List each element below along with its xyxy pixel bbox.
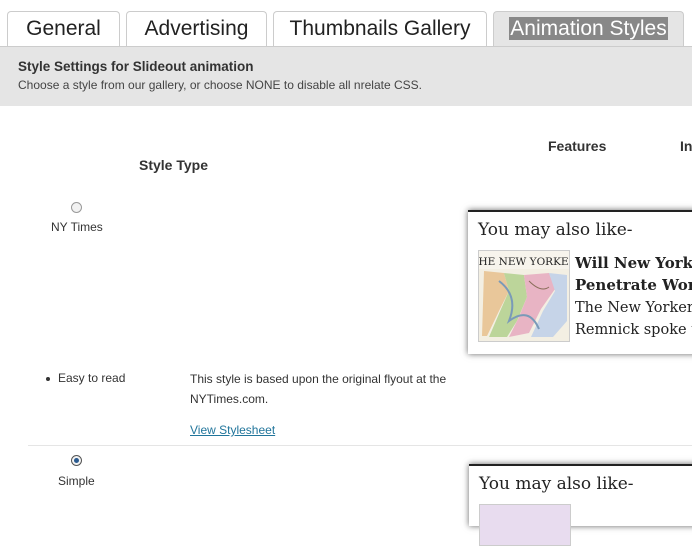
tab-animation-styles[interactable]: Animation Styles bbox=[493, 11, 684, 46]
column-header-partial: In bbox=[680, 138, 692, 154]
feature-item-nytimes: Easy to read bbox=[45, 371, 126, 385]
column-header-features: Features bbox=[548, 138, 607, 154]
preview-article-title-line2: Penetrate Wor bbox=[575, 276, 692, 294]
tab-advertising[interactable]: Advertising bbox=[126, 11, 267, 46]
style-description-nytimes: This style is based upon the original fl… bbox=[190, 372, 447, 406]
settings-title: Style Settings for Slideout animation bbox=[18, 59, 254, 74]
preview-article-title-line1: Will New York bbox=[575, 254, 692, 272]
preview-heading: You may also like- bbox=[478, 220, 633, 240]
preview-article-excerpt: The New Yorker Remnick spoke t bbox=[575, 297, 692, 341]
tab-thumbnails-gallery[interactable]: Thumbnails Gallery bbox=[273, 11, 487, 46]
thumbnail-image bbox=[479, 504, 571, 546]
settings-header: Style Settings for Slideout animation Ch… bbox=[0, 47, 692, 106]
preview-article-title: Will New York Penetrate Wor bbox=[575, 252, 692, 296]
tab-general[interactable]: General bbox=[7, 11, 120, 46]
new-yorker-cover-thumbnail: THE NEW YORKER bbox=[478, 250, 570, 342]
column-header-style-type: Style Type bbox=[139, 157, 208, 173]
preview-article-excerpt-line2: Remnick spoke t bbox=[575, 322, 692, 338]
style-label-nytimes: NY Times bbox=[51, 220, 103, 234]
style-preview-simple: You may also like- bbox=[469, 464, 692, 546]
preview-heading: You may also like- bbox=[479, 474, 634, 494]
view-stylesheet-link-nytimes[interactable]: View Stylesheet bbox=[190, 423, 275, 437]
style-radio-simple[interactable] bbox=[71, 455, 82, 466]
thumbnail-masthead: THE NEW YORKER bbox=[479, 256, 569, 268]
tab-animation-styles-label: Animation Styles bbox=[509, 17, 668, 40]
style-radio-nytimes[interactable] bbox=[71, 202, 82, 213]
tab-bar: General Advertising Thumbnails Gallery A… bbox=[0, 0, 692, 47]
style-label-simple: Simple bbox=[58, 474, 95, 488]
style-preview-nytimes: You may also like- THE NEW YORKER Will N… bbox=[468, 210, 692, 354]
settings-subtitle: Choose a style from our gallery, or choo… bbox=[18, 78, 422, 92]
preview-article-excerpt-line1: The New Yorker bbox=[575, 300, 692, 316]
row-divider bbox=[28, 445, 692, 446]
